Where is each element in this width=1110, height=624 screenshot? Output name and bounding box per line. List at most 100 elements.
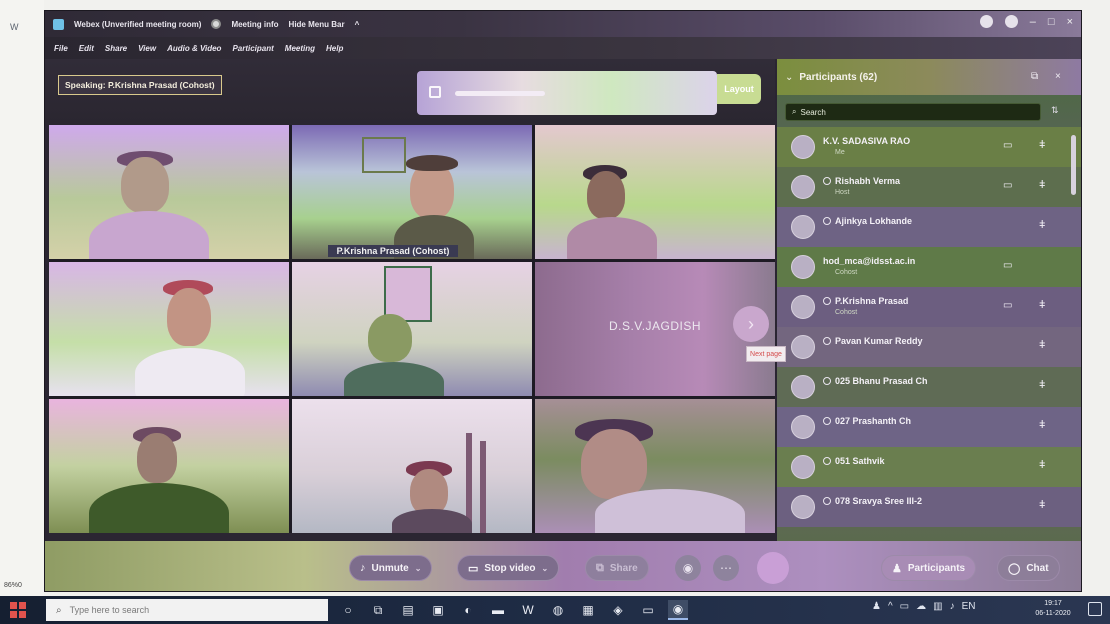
more-options-button[interactable]: ⋯ [713, 555, 739, 581]
sort-icon[interactable]: ⇅ [1051, 105, 1059, 116]
participant-list-scrollbar[interactable] [1071, 135, 1076, 195]
participant-row[interactable]: Ajinkya Lokhande ǂ [777, 207, 1081, 247]
menu-share[interactable]: Share [105, 44, 127, 53]
close-icon[interactable]: × [1067, 16, 1073, 28]
video-tile[interactable] [49, 262, 289, 396]
mic-muted-icon[interactable]: ǂ [1039, 419, 1045, 431]
menu-help[interactable]: Help [326, 44, 343, 53]
avatar [791, 415, 815, 439]
store-icon[interactable]: ▣ [428, 600, 448, 620]
popout-icon[interactable]: ⧉ [1031, 71, 1038, 82]
status-ring-icon [823, 337, 831, 345]
mic-muted-icon[interactable]: ǂ [1039, 339, 1045, 351]
webex-taskbar-icon[interactable]: ◉ [668, 600, 688, 620]
settings-icon[interactable] [1004, 15, 1018, 28]
participant-row[interactable]: hod_mca@idsst.ac.in Cohost ▭ [777, 247, 1081, 287]
notification-center-icon[interactable] [1088, 602, 1102, 616]
participant-shoulders [567, 217, 657, 259]
mic-on-icon[interactable]: ǂ [1039, 299, 1045, 311]
participant-row[interactable]: Pavan Kumar Reddy ǂ [777, 327, 1081, 367]
collapse-chevron-icon[interactable]: ⌄ [785, 72, 793, 83]
chat-toggle-button[interactable]: ◯ Chat [997, 555, 1060, 581]
cloud-icon[interactable]: ☁ [916, 601, 926, 612]
video-tile[interactable]: D.S.V.JAGDISH › [535, 262, 775, 396]
hide-menu-bar-button[interactable]: Hide Menu Bar [289, 20, 345, 29]
file-icon[interactable]: ▤ [398, 600, 418, 620]
chat-label: Chat [1026, 562, 1049, 574]
next-page-button[interactable]: › [733, 306, 769, 342]
mic-muted-icon[interactable]: ǂ [1039, 179, 1045, 191]
people-icon[interactable]: ♟ [872, 601, 881, 612]
participant-search-input[interactable]: ⌕ Search [785, 103, 1041, 121]
edge-icon[interactable]: ◐ [458, 600, 478, 620]
video-tile[interactable] [49, 399, 289, 533]
avatar [791, 295, 815, 319]
menu-view[interactable]: View [138, 44, 156, 53]
video-tile[interactable] [292, 262, 532, 396]
desktop-icon[interactable]: W [10, 22, 19, 32]
volume-icon[interactable]: ♪ [950, 601, 955, 612]
participant-name-plate: P.Krishna Prasad (Cohost) [328, 245, 458, 257]
participant-row[interactable]: 027 Prashanth Ch ǂ [777, 407, 1081, 447]
record-button[interactable]: ◉ [675, 555, 701, 581]
participant-row[interactable]: K.V. SADASIVA RAO Me ▭ ǂ [777, 127, 1081, 167]
participant-shoulders [344, 362, 444, 396]
participant-row[interactable]: P.Krishna Prasad Cohost ▭ ǂ [777, 287, 1081, 327]
video-tile[interactable]: P.Krishna Prasad (Cohost) [292, 125, 532, 259]
windows-start-icon[interactable] [10, 602, 26, 618]
status-icon[interactable] [979, 15, 993, 28]
video-tile[interactable] [292, 399, 532, 533]
folder-icon[interactable]: ▬ [488, 600, 508, 620]
video-tile[interactable] [535, 399, 775, 533]
participants-toggle-button[interactable]: ♟ Participants [881, 555, 977, 581]
unmute-button[interactable]: ♪ Unmute ⌄ [349, 555, 433, 581]
menu-edit[interactable]: Edit [79, 44, 94, 53]
language-icon[interactable]: EN [962, 601, 976, 612]
participant-row[interactable]: 051 Sathvik ǂ [777, 447, 1081, 487]
maximize-icon[interactable]: □ [1048, 16, 1055, 28]
tray-chevron-up-icon[interactable]: ^ [888, 601, 893, 612]
battery-icon[interactable]: ▭ [900, 601, 909, 612]
network-icon[interactable]: ▥ [933, 601, 942, 612]
share-button[interactable]: ⧉ Share [585, 555, 649, 581]
terminal-icon[interactable]: ▭ [638, 600, 658, 620]
participant-row[interactable]: 078 Sravya Sree III-2 ǂ [777, 487, 1081, 527]
mic-muted-icon[interactable]: ǂ [1039, 499, 1045, 511]
word-icon[interactable]: W [518, 600, 538, 620]
participant-row[interactable]: Rishabh Verma Host ▭ ǂ [777, 167, 1081, 207]
menu-meeting[interactable]: Meeting [285, 44, 315, 53]
chrome-icon[interactable]: ◍ [548, 600, 568, 620]
avatar [791, 495, 815, 519]
close-panel-icon[interactable]: × [1055, 71, 1061, 82]
mic-muted-icon[interactable]: ǂ [1039, 459, 1045, 471]
taskbar-clock[interactable]: 19:17 06-11-2020 [1030, 599, 1076, 619]
mic-muted-icon[interactable]: ǂ [1039, 379, 1045, 391]
participant-name: Pavan Kumar Reddy [823, 336, 923, 346]
chevron-down-icon[interactable]: ⌄ [415, 564, 422, 573]
leave-meeting-button[interactable] [757, 552, 789, 584]
menu-participant[interactable]: Participant [232, 44, 273, 53]
mic-muted-icon[interactable]: ǂ [1039, 139, 1045, 151]
menu-file[interactable]: File [54, 44, 68, 53]
participant-row[interactable]: 025 Bhanu Prasad Ch ǂ [777, 367, 1081, 407]
photos-icon[interactable]: ▦ [578, 600, 598, 620]
avatar [791, 375, 815, 399]
info-icon[interactable] [211, 19, 222, 29]
chevron-down-icon[interactable]: ⌄ [542, 564, 549, 573]
meeting-info-button[interactable]: Meeting info [231, 20, 278, 29]
desktop-background: W 86%0 [0, 0, 44, 596]
stop-video-button[interactable]: ▭ Stop video ⌄ [457, 555, 560, 581]
layout-button[interactable]: Layout [717, 74, 761, 104]
clock-date: 06-11-2020 [1035, 610, 1071, 617]
app-icon[interactable]: ◈ [608, 600, 628, 620]
chevron-up-icon[interactable]: ^ [355, 20, 360, 29]
task-view-icon[interactable]: ⧉ [368, 600, 388, 620]
mic-muted-icon[interactable]: ǂ [1039, 219, 1045, 231]
menu-audio-video[interactable]: Audio & Video [167, 44, 221, 53]
video-tile[interactable] [49, 125, 289, 259]
taskbar-search-box[interactable]: ⌕ Type here to search [46, 599, 328, 621]
cortana-icon[interactable]: ○ [338, 600, 358, 620]
video-tile[interactable] [535, 125, 775, 259]
minimize-icon[interactable]: – [1030, 16, 1036, 28]
background-shelf [362, 137, 406, 173]
